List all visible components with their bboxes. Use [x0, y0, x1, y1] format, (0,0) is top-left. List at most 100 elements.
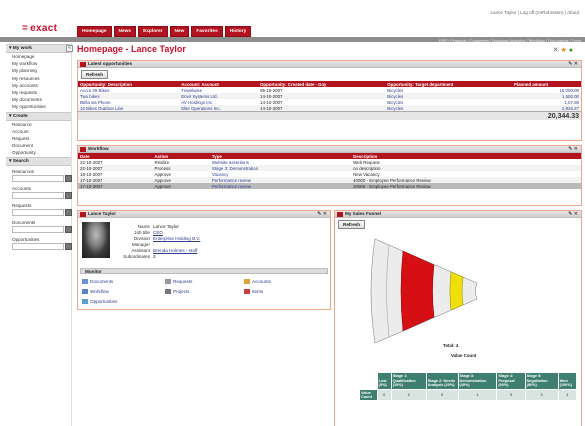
funnel-value-cell: 0 [376, 388, 392, 401]
planned-amount-total: 20,344.33 [511, 111, 581, 120]
panel-icon [80, 62, 86, 67]
exact-logo[interactable]: = exact [22, 23, 57, 34]
top-bar: = exact Lance Taylor | Log off (mrRohrsse… [0, 0, 585, 42]
profile-panel-header: Lance Taylor ✎ ✕ [78, 211, 330, 218]
monitor-documents-link[interactable]: Documents [82, 279, 114, 285]
avatar [82, 222, 110, 258]
search-accounts-input[interactable] [12, 192, 72, 200]
search-accounts-button[interactable] [65, 192, 72, 200]
field-label: Assistant [131, 248, 150, 253]
monitor-items-link[interactable]: Items [244, 289, 264, 295]
create-opportunity-link[interactable]: Opportunity [6, 149, 71, 156]
logo-mark: = [22, 23, 29, 34]
monitor-item-label: Projects [173, 289, 190, 294]
nav-tab-favorites[interactable]: Favorites [191, 26, 223, 37]
profile-panel: Lance Taylor ✎ ✕ Name Lance Taylor Job tit… [77, 210, 331, 310]
opportunities-refresh-button[interactable]: Refresh [81, 70, 109, 79]
field-label: Division [133, 236, 150, 241]
panel-title: Lance Taylor [88, 211, 116, 216]
monitor-requests-link[interactable]: Requests [165, 279, 193, 285]
sidebar-item-my-workflow[interactable]: My workflow [6, 60, 71, 67]
sidebar-header-create[interactable]: ▾ Create [6, 111, 71, 121]
funnel-stage-proposal[interactable] [449, 271, 464, 311]
monitor-item-label: Items [252, 289, 264, 294]
sidebar-item-homepage[interactable]: Homepage [6, 53, 71, 60]
workflow-date: 17-10-2007 [78, 183, 153, 189]
monitor-opportunities-link[interactable]: Opportunities [82, 299, 118, 305]
title-actions: ✕★● [553, 46, 575, 54]
nav-tab-history[interactable]: History [224, 26, 252, 37]
panel-edit-icon[interactable]: ✎ ✕ [568, 61, 578, 67]
funnel-value-cell: 1 [557, 388, 578, 401]
sales-funnel-panel-header: My Sales Funnel ✎ ✕ [335, 211, 581, 218]
sales-funnel-chart [370, 238, 478, 344]
create-account-link[interactable]: Account [6, 128, 71, 135]
favorite-star-icon[interactable]: ★ [560, 47, 568, 54]
sidebar-collapse-icon[interactable]: « [66, 45, 73, 52]
funnel-row-label: Value Count [359, 388, 378, 401]
search-requests-button[interactable] [65, 209, 72, 217]
monitor-item-label: Opportunities [90, 299, 118, 304]
sidebar-item-my-accounts[interactable]: My accounts [6, 82, 71, 89]
search-documents-button[interactable] [65, 226, 72, 234]
field-value[interactable]: CEO [153, 230, 163, 235]
search-requests-input[interactable] [12, 209, 72, 217]
funnel-stage-qualification[interactable] [400, 250, 435, 332]
field-label: Manager [131, 242, 150, 247]
funnel-data-table: Lost (0%) Stage 1: Qualification (10%) S… [359, 372, 578, 401]
workflow-panel: Workflow ✎ ✕ Date Action Type Description… [77, 145, 582, 206]
field-label: Job title [134, 230, 150, 235]
nav-tab-new[interactable]: New [169, 26, 190, 37]
workflow-type-link[interactable]: Performance review [209, 183, 352, 189]
field-value[interactable]: Brenda Holmes - staff [153, 248, 197, 253]
create-request-link[interactable]: Request [6, 135, 71, 142]
panel-edit-icon[interactable]: ✎ ✕ [568, 211, 578, 217]
accounts-icon [244, 279, 250, 285]
sidebar-header-search[interactable]: ▾ Search [6, 157, 71, 167]
panel-edit-icon[interactable]: ✎ ✕ [317, 211, 327, 217]
profile-field: Manager [123, 242, 153, 247]
help-icon[interactable]: ● [569, 47, 575, 54]
nav-tab-homepage[interactable]: Homepage [77, 26, 112, 37]
search-opportunities-input[interactable] [12, 243, 72, 251]
workflow-icon [82, 289, 88, 295]
search-resources-input[interactable] [12, 175, 72, 183]
search-label-opportunities: Opportunities [12, 237, 40, 243]
field-value: 3 [153, 254, 156, 259]
sidebar-item-my-opportunities[interactable]: My opportunities [6, 103, 71, 110]
funnel-refresh-button[interactable]: Refresh [338, 220, 366, 229]
monitor-workflow-link[interactable]: Workflow [82, 289, 109, 295]
sidebar: ▾ My work Homepage My workflow My planni… [6, 43, 72, 426]
sidebar-header-label: Search [12, 159, 29, 165]
table-row[interactable]: 17-10-2007 Approve Performance review 20… [78, 183, 581, 189]
funnel-column-header: Stage 1: Qualification (10%) [390, 372, 427, 390]
monitor-item-label: Documents [90, 279, 114, 284]
profile-field: Subordinates 3 [123, 254, 156, 259]
user-links[interactable]: Lance Taylor | Log off (mrRohrssen) | Ab… [490, 10, 579, 15]
monitor-projects-link[interactable]: Projects [165, 289, 190, 295]
create-document-link[interactable]: Document [6, 142, 71, 149]
search-resources-button[interactable] [65, 175, 72, 183]
panel-title: Latest opportunities [88, 61, 133, 66]
sidebar-item-my-documents[interactable]: My documents [6, 96, 71, 103]
field-value[interactable]: Enterprise Holding B.V. [153, 236, 200, 241]
monitor-item-label: Requests [173, 279, 193, 284]
monitor-accounts-link[interactable]: Accounts [244, 279, 271, 285]
panel-title: My Sales Funnel [345, 211, 381, 216]
nav-tab-explorer[interactable]: Explorer [138, 26, 168, 37]
search-label-resources: Resources [12, 169, 34, 175]
search-documents-input[interactable] [12, 226, 72, 234]
secondary-nav-links[interactable]: ERP | Financial | Customers | Business A… [439, 38, 581, 43]
funnel-column-header: Stage 2: Needs Analysis (20%) [425, 372, 459, 390]
search-label-accounts: Accounts [12, 186, 31, 192]
search-opportunities-button[interactable] [65, 243, 72, 251]
nav-tab-news[interactable]: News [113, 26, 137, 37]
panel-edit-icon[interactable]: ✎ ✕ [568, 146, 578, 152]
create-resource-link[interactable]: Resource [6, 121, 71, 128]
sidebar-item-my-resources[interactable]: My resources [6, 75, 71, 82]
sidebar-item-my-planning[interactable]: My planning [6, 67, 71, 74]
funnel-value-cell: 0 [524, 388, 559, 401]
main-nav: Homepage News Explorer New Favorites His… [77, 26, 252, 37]
sidebar-header-my-work[interactable]: ▾ My work [6, 44, 71, 53]
sidebar-item-my-requests[interactable]: My requests [6, 89, 71, 96]
